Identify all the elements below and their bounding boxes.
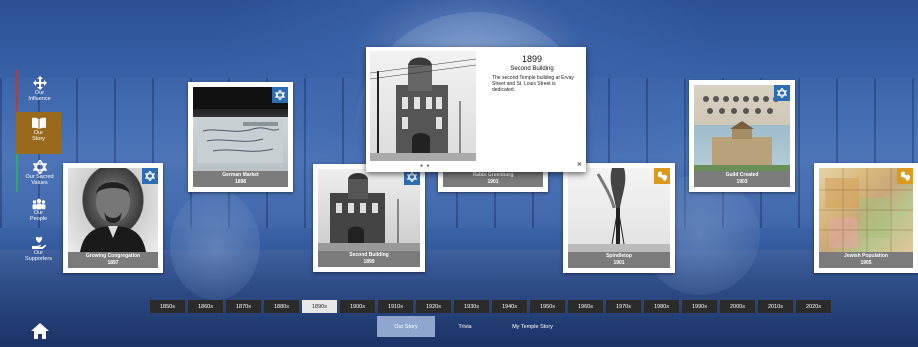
tab-trivia[interactable]: Trivia [435, 316, 495, 337]
decade-button[interactable]: 1850s [150, 300, 185, 313]
card-title: Jewish Population [844, 253, 888, 259]
decade-button[interactable]: 1910s [378, 300, 413, 313]
star-of-david-icon [407, 172, 417, 182]
tab-our-story[interactable]: Our Story [377, 316, 435, 337]
card-year: 1898 [234, 179, 247, 185]
popup-photo [370, 51, 476, 161]
decade-button[interactable]: 1900s [340, 300, 375, 313]
nav-label: Influence [28, 96, 51, 102]
timeline-card[interactable]: Guild Created 1903 [689, 80, 795, 192]
card-caption: Rabbi Greenburg 1901 [443, 171, 543, 187]
card-caption: Jewish Population 1905 [819, 252, 913, 268]
heart-hand-icon [31, 236, 46, 249]
popup-title: Second Building [510, 66, 554, 72]
nav-our-story[interactable]: Our Story [16, 112, 61, 154]
texas-icon [900, 171, 910, 181]
nav-our-supporters[interactable]: Our Supporters [16, 230, 61, 272]
card-caption: German Market 1898 [193, 171, 288, 187]
card-caption: Growing Congregation 1897 [68, 252, 158, 268]
home-icon [31, 323, 49, 339]
card-year: 1901 [487, 179, 499, 185]
timeline-card[interactable]: Jewish Population 1905 [814, 163, 918, 273]
card-title: Rabbi Greenburg [472, 172, 514, 178]
texas-icon [657, 171, 667, 181]
decade-button[interactable]: 1870s [226, 300, 261, 313]
decade-button[interactable]: 2000s [720, 300, 755, 313]
decade-button[interactable]: 1960s [568, 300, 603, 313]
decade-button[interactable]: 1920s [416, 300, 451, 313]
background-tree [170, 190, 260, 300]
card-badge [774, 85, 790, 101]
card-caption: Spindletop 1901 [568, 252, 670, 268]
card-title: Spindletop [606, 253, 632, 259]
event-detail-popup: 1899 Second Building The second Temple b… [366, 47, 586, 172]
decade-button[interactable]: 1980s [644, 300, 679, 313]
decade-button[interactable]: 2020s [796, 300, 831, 313]
nav-label: Story [32, 136, 45, 142]
home-button[interactable] [30, 322, 50, 345]
timeline-card[interactable]: German Market 1898 [188, 82, 293, 192]
decade-button[interactable]: 1880s [264, 300, 299, 313]
star-of-david-icon [275, 90, 285, 100]
card-year: 1903 [736, 179, 748, 185]
decade-button[interactable]: 2010s [758, 300, 793, 313]
people-group-icon [32, 198, 45, 210]
nav-our-sacred-values[interactable]: Our Sacred Values [16, 154, 61, 192]
decade-button[interactable]: 1940s [492, 300, 527, 313]
popup-description: The second Temple building at Ervay Stre… [492, 75, 574, 93]
nav-our-people[interactable]: Our People [16, 192, 61, 230]
star-of-david-icon [777, 88, 787, 98]
card-badge [142, 168, 158, 184]
decade-button[interactable]: 1990s [682, 300, 717, 313]
star-of-david-icon [32, 160, 47, 174]
card-year: 1899 [363, 259, 375, 265]
decade-button[interactable]: 1970s [606, 300, 641, 313]
decade-button[interactable]: 1950s [530, 300, 565, 313]
decade-button-active[interactable]: 1890s [302, 300, 337, 313]
card-year: 1901 [613, 260, 625, 266]
card-title: German Market [222, 172, 259, 178]
timeline-card[interactable]: Second Building 1899 [313, 164, 425, 272]
bottom-tabs: Our Story Trivia My Temple Story [377, 316, 570, 337]
card-year: 1897 [107, 260, 119, 266]
nav-label: Values [31, 180, 48, 186]
tab-my-temple-story[interactable]: My Temple Story [495, 316, 570, 337]
decade-button[interactable]: 1860s [188, 300, 223, 313]
card-title: Second Building [349, 252, 389, 258]
card-title: Growing Congregation [85, 253, 141, 259]
card-badge [897, 168, 913, 184]
nav-our-influence[interactable]: Our Influence [16, 70, 61, 112]
card-badge [272, 87, 288, 103]
pagination-dots[interactable]: ● ● [420, 163, 430, 169]
nav-label: Supporters [25, 256, 52, 262]
nav-label: People [29, 216, 48, 222]
card-year: 1905 [860, 260, 872, 266]
open-book-icon [31, 117, 46, 129]
popup-year: 1899 [521, 54, 543, 64]
star-of-david-icon [145, 171, 155, 181]
timeline-card[interactable]: Spindletop 1901 [563, 163, 675, 273]
side-navigation: Our Influence Our Story Our Sacred Value… [16, 70, 61, 272]
close-icon[interactable]: × [577, 159, 582, 169]
card-caption: Second Building 1899 [318, 251, 420, 267]
timeline-card[interactable]: Growing Congregation 1897 [63, 163, 163, 273]
card-caption: Guild Created 1903 [694, 171, 790, 187]
decade-button[interactable]: 1930s [454, 300, 489, 313]
card-title: Guild Created [725, 172, 759, 178]
arrows-move-icon [32, 76, 47, 90]
card-badge [654, 168, 670, 184]
decade-selector: 1850s 1860s 1870s 1880s 1890s 1900s 1910… [150, 300, 834, 313]
